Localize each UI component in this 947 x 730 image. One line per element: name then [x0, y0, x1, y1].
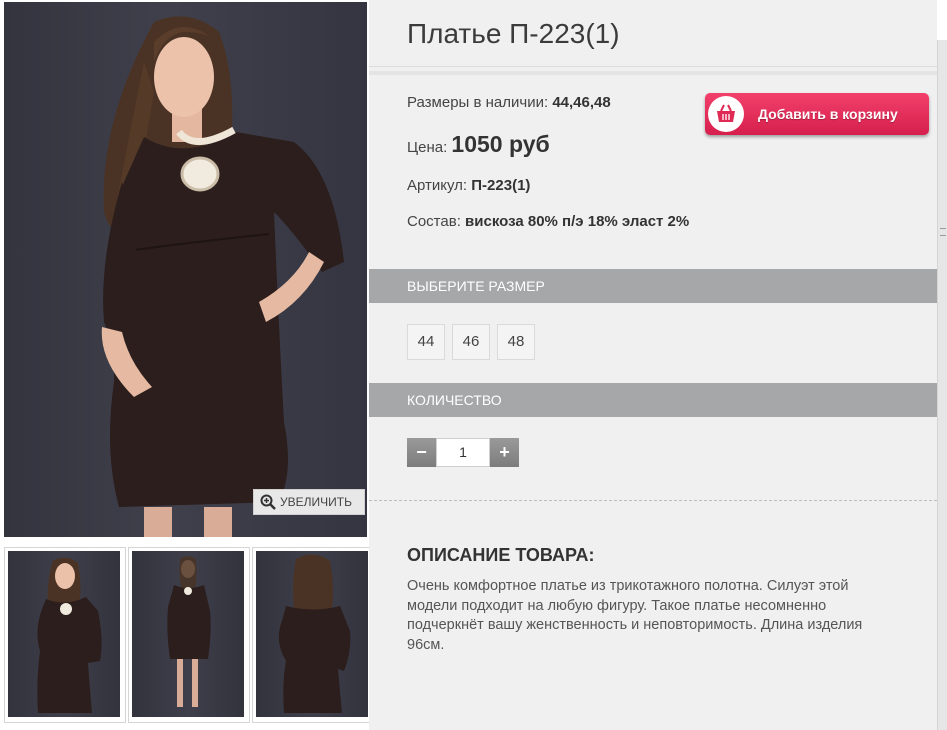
add-to-cart-label: Добавить в корзину	[758, 106, 898, 122]
thumbnail-full-length-image	[167, 556, 211, 707]
composition-label: Состав:	[407, 213, 461, 230]
zoom-label: УВЕЛИЧИТЬ	[280, 495, 352, 509]
sizes-value: 44,46,48	[552, 94, 611, 111]
zoom-button[interactable]: УВЕЛИЧИТЬ	[253, 489, 365, 515]
product-title: Платье П-223(1)	[407, 18, 620, 49]
quantity-stepper: − 1 +	[407, 438, 519, 467]
thumbnail-front-image	[37, 557, 102, 713]
divider	[369, 71, 937, 75]
cart-icon-badge	[708, 96, 744, 132]
composition: Состав: вискоза 80% п/э 18% эласт 2%	[407, 212, 707, 231]
size-option-46[interactable]: 46	[452, 324, 490, 360]
sizes-label: Размеры в наличии:	[407, 94, 549, 111]
vertical-scrollbar[interactable]	[937, 40, 947, 730]
size-option-48[interactable]: 48	[497, 324, 535, 360]
sizes-available: Размеры в наличии: 44,46,48	[407, 94, 611, 111]
price-label: Цена:	[407, 139, 448, 156]
thumbnail-front[interactable]	[4, 547, 126, 723]
description-title: ОПИСАНИЕ ТОВАРА:	[407, 545, 595, 565]
article-value: П-223(1)	[471, 177, 531, 194]
thumbnail-strip	[4, 547, 374, 723]
basket-icon	[717, 104, 735, 122]
product-info-panel: Платье П-223(1) Размеры в наличии: 44,46…	[369, 0, 937, 730]
thumbnail-back-image	[278, 554, 351, 713]
price-value: 1050 руб	[451, 131, 550, 157]
scrollbar-grip[interactable]	[940, 228, 946, 236]
article-label: Артикул:	[407, 177, 468, 194]
main-product-photo[interactable]: УВЕЛИЧИТЬ	[4, 2, 367, 537]
composition-value: вискоза 80% п/э 18% эласт 2%	[465, 213, 690, 230]
quantity-section-header: КОЛИЧЕСТВО	[369, 383, 937, 417]
thumbnail-back[interactable]	[252, 547, 374, 723]
size-section-header: ВЫБЕРИТЕ РАЗМЕР	[369, 269, 937, 303]
add-to-cart-button[interactable]: Добавить в корзину	[705, 93, 929, 135]
description-text: Очень комфортное платье из трикотажного …	[407, 578, 863, 653]
thumbnail-full-length[interactable]	[128, 547, 250, 723]
quantity-increase-button[interactable]: +	[490, 438, 519, 467]
divider	[369, 66, 937, 67]
divider	[369, 500, 937, 501]
price: Цена: 1050 руб	[407, 131, 550, 158]
quantity-input[interactable]: 1	[436, 438, 490, 467]
article: Артикул: П-223(1)	[407, 177, 530, 194]
magnifier-plus-icon	[260, 494, 276, 510]
quantity-decrease-button[interactable]: −	[407, 438, 436, 467]
model-photo-illustration	[101, 16, 344, 537]
size-option-44[interactable]: 44	[407, 324, 445, 360]
